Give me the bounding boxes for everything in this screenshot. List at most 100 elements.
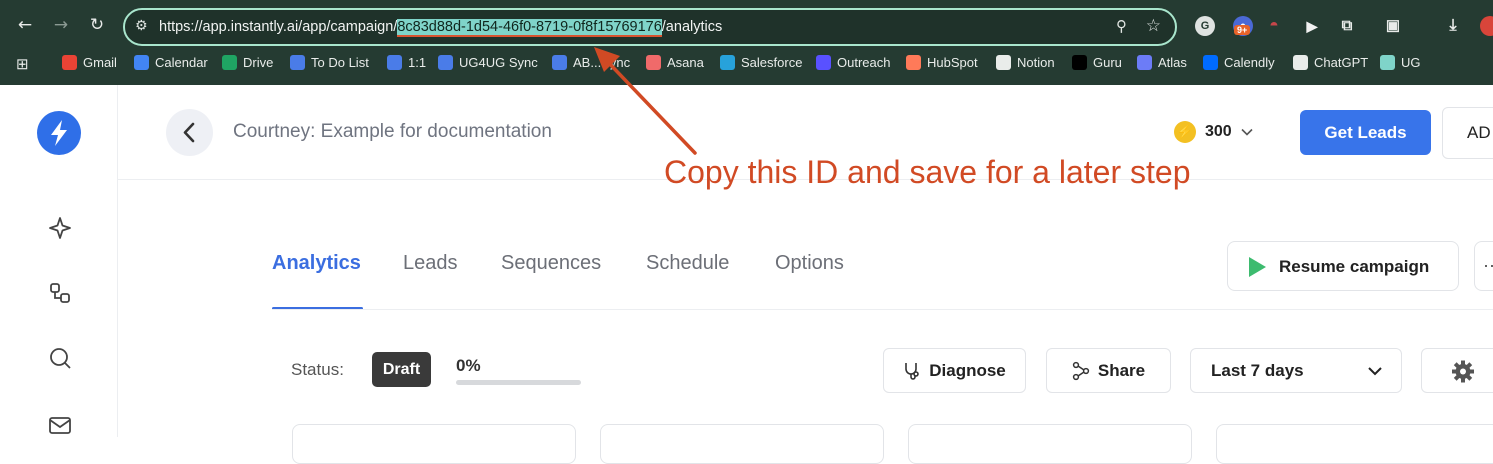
forward-arrow-icon[interactable]: → xyxy=(50,14,72,36)
bookmark-item[interactable]: Atlas xyxy=(1137,55,1187,70)
bookmark-star-icon[interactable]: ☆ xyxy=(1146,16,1161,36)
bookmark-item[interactable]: ChatGPT xyxy=(1293,55,1368,70)
bookmark-label: Guru xyxy=(1093,55,1122,70)
outreach-icon xyxy=(816,55,831,70)
bookmark-item[interactable]: HubSpot xyxy=(906,55,978,70)
url-suffix: /analytics xyxy=(661,19,723,35)
docs-icon xyxy=(290,55,305,70)
puzzle-icon[interactable]: ⧉ xyxy=(1337,16,1357,36)
zoom-icon[interactable]: ⚲ xyxy=(1116,17,1127,35)
credits-dropdown[interactable]: ⚡ 300 xyxy=(1174,121,1253,143)
bookmark-label: Asana xyxy=(667,55,704,70)
site-settings-icon[interactable]: ⚙ xyxy=(135,18,148,34)
tab-search-icon[interactable]: ▣ xyxy=(1383,16,1403,36)
extension-badge: 9+ xyxy=(1234,25,1251,35)
bookmark-label: To Do List xyxy=(311,55,369,70)
docs-icon xyxy=(387,55,402,70)
bookmark-item[interactable]: Calendly xyxy=(1203,55,1275,70)
tab-schedule[interactable]: Schedule xyxy=(646,252,729,275)
get-leads-button[interactable]: Get Leads xyxy=(1300,110,1431,155)
cursor-extension-icon[interactable]: ▶ xyxy=(1302,16,1322,36)
bookmark-label: Drive xyxy=(243,55,274,70)
asana-icon xyxy=(646,55,661,70)
bookmark-item[interactable]: To Do List xyxy=(290,55,369,70)
play-icon xyxy=(1249,257,1266,277)
date-range-select[interactable]: Last 7 days xyxy=(1190,348,1402,393)
bookmark-item[interactable]: Outreach xyxy=(816,55,890,70)
status-label: Status: xyxy=(291,360,344,379)
url-text[interactable]: https://app.instantly.ai/app/campaign/8c… xyxy=(159,19,723,37)
diagnose-button[interactable]: Diagnose xyxy=(883,348,1026,393)
hubspot-icon xyxy=(906,55,921,70)
credits-count: 300 xyxy=(1205,123,1232,140)
progress-bar xyxy=(456,380,581,385)
ug-icon xyxy=(1380,55,1395,70)
bookmark-item[interactable]: Gmail xyxy=(62,55,117,70)
drive-icon xyxy=(222,55,237,70)
workflow-icon[interactable] xyxy=(47,280,73,306)
download-icon[interactable]: ⤓ xyxy=(1443,16,1463,36)
settings-button[interactable] xyxy=(1421,348,1493,393)
bookmark-item[interactable]: Guru xyxy=(1072,55,1122,70)
bookmark-label: AB...Sync xyxy=(573,55,631,70)
address-bar[interactable]: ⚙ https://app.instantly.ai/app/campaign/… xyxy=(123,8,1177,46)
instantly-logo-icon[interactable] xyxy=(37,111,81,155)
url-prefix: https://app.instantly.ai/app/campaign/ xyxy=(159,19,398,35)
bookmark-label: HubSpot xyxy=(927,55,978,70)
annotation-text: Copy this ID and save for a later step xyxy=(664,154,1191,190)
extension-icon[interactable]: ◓ xyxy=(1264,16,1284,36)
resume-campaign-button[interactable]: Resume campaign xyxy=(1227,241,1459,291)
bookmark-item[interactable]: UG4UG Sync xyxy=(438,55,538,70)
bookmark-item[interactable]: Calendar xyxy=(134,55,208,70)
stat-card xyxy=(908,424,1192,464)
sparkle-icon[interactable] xyxy=(47,215,73,241)
share-label: Share xyxy=(1097,360,1146,380)
search-icon[interactable] xyxy=(47,345,73,371)
bookmark-label: Atlas xyxy=(1158,55,1187,70)
tab-leads[interactable]: Leads xyxy=(403,252,458,275)
stat-card xyxy=(600,424,884,464)
tab-analytics[interactable]: Analytics xyxy=(272,252,361,275)
calendly-icon xyxy=(1203,55,1218,70)
gear-icon xyxy=(1452,360,1474,383)
share-icon xyxy=(1072,361,1090,380)
bookmark-label: ChatGPT xyxy=(1314,55,1369,70)
apps-grid-icon[interactable]: ⊞ xyxy=(16,55,29,73)
stat-card xyxy=(292,424,576,464)
date-range-value: Last 7 days xyxy=(1211,361,1304,380)
more-options-button[interactable]: ⋯ xyxy=(1474,241,1493,291)
bookmark-item[interactable]: UG xyxy=(1380,55,1421,70)
bookmark-item[interactable]: Asana xyxy=(646,55,704,70)
bookmark-item[interactable]: 1:1 xyxy=(387,55,426,70)
back-button[interactable] xyxy=(166,109,213,156)
mail-icon[interactable] xyxy=(47,412,73,438)
profile-avatar[interactable] xyxy=(1480,16,1493,36)
reload-icon[interactable]: ↻ xyxy=(86,14,108,36)
guru-icon xyxy=(1072,55,1087,70)
lightning-coin-icon: ⚡ xyxy=(1174,121,1196,143)
bookmark-item[interactable]: Notion xyxy=(996,55,1055,70)
docs-icon xyxy=(552,55,567,70)
bookmark-item[interactable]: Drive xyxy=(222,55,273,70)
bookmark-label: Calendar xyxy=(155,55,208,70)
stethoscope-icon xyxy=(905,362,920,380)
atlas-icon xyxy=(1137,55,1152,70)
gmail-icon xyxy=(62,55,77,70)
progress-percent: 0% xyxy=(456,356,481,375)
account-button[interactable]: AD xyxy=(1442,107,1493,159)
bookmark-label: Outreach xyxy=(837,55,891,70)
back-arrow-icon[interactable]: ← xyxy=(14,14,36,36)
tab-sequences[interactable]: Sequences xyxy=(501,252,601,275)
sidebar xyxy=(0,85,118,437)
bookmark-label: Calendly xyxy=(1224,55,1275,70)
bookmark-label: Gmail xyxy=(83,55,117,70)
notion-icon xyxy=(996,55,1011,70)
share-button[interactable]: Share xyxy=(1046,348,1171,393)
chatgpt-icon xyxy=(1293,55,1308,70)
bookmark-item[interactable]: Salesforce xyxy=(720,55,802,70)
stat-card xyxy=(1216,424,1493,464)
chevron-down-icon xyxy=(1368,367,1382,376)
bookmark-item[interactable]: AB...Sync xyxy=(552,55,630,70)
tab-options[interactable]: Options xyxy=(775,252,844,275)
extension-icon[interactable]: G xyxy=(1195,16,1215,36)
